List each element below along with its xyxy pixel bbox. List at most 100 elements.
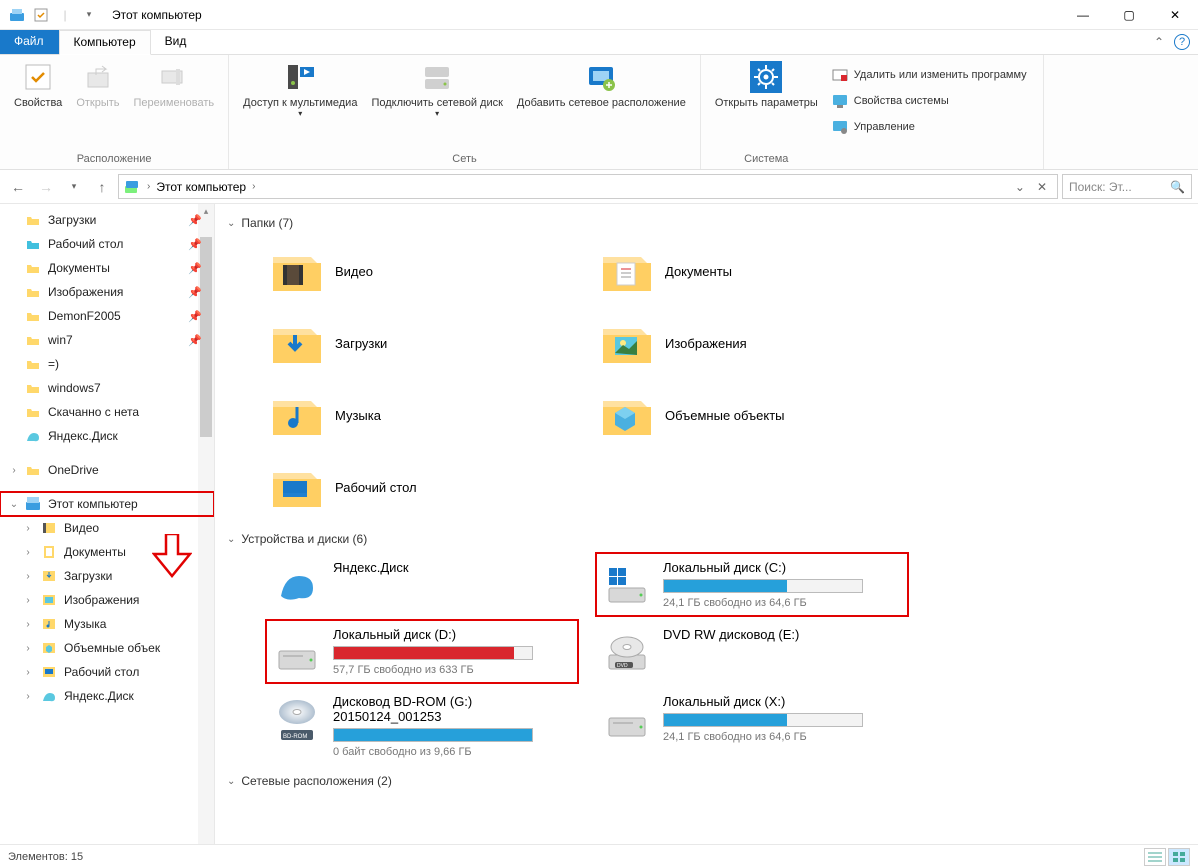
folder-label: Загрузки [335,336,387,351]
back-button[interactable]: ← [6,175,30,199]
expand-icon[interactable]: › [22,571,34,582]
help-icon[interactable]: ? [1174,34,1190,50]
properties-button[interactable]: Свойства [8,59,68,111]
expand-icon[interactable]: › [8,465,20,476]
ribbon-group-system: Открыть параметры Система Удалить или из… [701,55,1044,169]
drive-free-text: 57,7 ГБ свободно из 633 ГБ [333,664,571,676]
folder-item[interactable]: Видео [267,238,577,304]
sidebar-item[interactable]: Скачанно с нета [0,400,214,424]
tab-file[interactable]: Файл [0,30,59,54]
folder-icon [24,379,42,397]
recent-dropdown[interactable]: ▾ [62,175,86,199]
refresh-button[interactable]: ✕ [1031,180,1053,194]
annotation-arrow-icon [152,534,192,578]
sidebar-label: Яндекс.Диск [64,689,134,703]
drive-item[interactable]: DVD DVD RW дисковод (E:) [597,621,907,682]
media-access-button[interactable]: Доступ к мультимедиа▾ [237,59,363,120]
addr-dropdown-icon[interactable]: ⌄ [1009,180,1031,194]
drive-name: Яндекс.Диск [333,560,571,575]
drive-item[interactable]: Яндекс.Диск [267,554,577,615]
sidebar-item[interactable]: ›Изображения [0,588,214,612]
qat-dropdown-icon[interactable]: ▾ [78,4,100,26]
open-settings-button[interactable]: Открыть параметры [709,59,824,111]
drive-item[interactable]: BD-ROMДисковод BD-ROM (G:) 20150124_0012… [267,688,577,764]
search-input[interactable]: Поиск: Эт... 🔍 [1062,174,1192,199]
expand-icon[interactable]: › [22,547,34,558]
media-label: Доступ к мультимедиа [243,97,357,109]
up-button[interactable]: ↑ [90,175,114,199]
folder-icon [40,543,58,561]
drive-item[interactable]: Локальный диск (X:)24,1 ГБ свободно из 6… [597,688,907,764]
folder-item[interactable]: Документы [597,238,907,304]
expand-icon[interactable]: ⌄ [8,499,20,510]
content-pane: ⌄Папки (7) Видео Документы Загрузки Изображ… [215,204,1198,844]
sidebar-item[interactable]: › Музыка [0,612,214,636]
folder-item[interactable]: Изображения [597,310,907,376]
sidebar-item[interactable]: Документы📌 [0,256,214,280]
sidebar-item[interactable]: windows7 [0,376,214,400]
expand-icon[interactable]: › [22,643,34,654]
maximize-button[interactable]: ▢ [1106,0,1152,30]
sidebar-label: Скачанно с нета [48,405,139,419]
section-network-label: Сетевые расположения (2) [241,774,391,788]
expand-icon[interactable]: › [22,619,34,630]
drive-usage-bar [663,579,863,593]
sidebar-item[interactable]: ›Рабочий стол [0,660,214,684]
folder-item[interactable]: Загрузки [267,310,577,376]
map-drive-button[interactable]: Подключить сетевой диск▾ [365,59,508,120]
sidebar-item[interactable]: Загрузки📌 [0,208,214,232]
folder-item[interactable]: Рабочий стол [267,454,577,520]
view-details-button[interactable] [1144,848,1166,866]
sidebar-item[interactable]: ›Объемные объек [0,636,214,660]
section-folders[interactable]: ⌄Папки (7) [227,216,1186,230]
drive-free-text: 24,1 ГБ свободно из 64,6 ГБ [663,597,901,609]
tab-computer[interactable]: Компьютер [59,30,151,55]
manage-button[interactable]: Управление [828,117,1031,137]
qat-properties-icon[interactable] [30,4,52,26]
sidebar-item[interactable]: › Яндекс.Диск [0,684,214,708]
breadcrumb-segment[interactable]: Этот компьютер [150,180,252,194]
sysprop-button[interactable]: Свойства системы [828,91,1031,111]
chev-icon[interactable]: › [252,181,255,192]
uninstall-button[interactable]: Удалить или изменить программу [828,65,1031,85]
add-location-button[interactable]: Добавить сетевое расположение [511,59,692,111]
drive-free-text: 0 байт свободно из 9,66 ГБ [333,746,571,758]
minimize-button[interactable]: — [1060,0,1106,30]
forward-button[interactable]: → [34,175,58,199]
drive-icon: DVD [603,627,651,675]
folder-item[interactable]: Музыка [267,382,577,448]
drive-item[interactable]: Локальный диск (C:)24,1 ГБ свободно из 6… [597,554,907,615]
drive-name: DVD RW дисковод (E:) [663,627,901,642]
section-network[interactable]: ⌄Сетевые расположения (2) [227,774,1186,788]
sidebar-item[interactable]: ›OneDrive [0,458,214,482]
close-button[interactable]: ✕ [1152,0,1198,30]
section-drives[interactable]: ⌄Устройства и диски (6) [227,532,1186,546]
folder-icon [24,403,42,421]
sidebar-item[interactable]: DemonF2005📌 [0,304,214,328]
drive-item[interactable]: Локальный диск (D:) 57,7 ГБ свободно из 6… [267,621,577,682]
sidebar-item[interactable]: win7📌 [0,328,214,352]
titlebar: | ▾ Этот компьютер — ▢ ✕ [0,0,1198,30]
sidebar-item[interactable]: Яндекс.Диск [0,424,214,448]
sidebar-item[interactable]: Рабочий стол📌 [0,232,214,256]
expand-icon[interactable]: › [22,667,34,678]
sidebar-label: Музыка [64,617,106,631]
ribbon-group-location: Свойства Открыть Переименовать Расположе… [0,55,229,169]
tab-view[interactable]: Вид [151,30,202,54]
drive-name: Локальный диск (D:) [333,627,571,642]
sidebar-item[interactable]: ⌄Этот компьютер [0,492,214,516]
ribbon-collapse-icon[interactable]: ⌃ [1154,35,1164,49]
folder-item[interactable]: Объемные объекты [597,382,907,448]
view-large-button[interactable] [1168,848,1190,866]
ribbon-tabs: Файл Компьютер Вид ⌃ ? [0,30,1198,55]
search-placeholder: Поиск: Эт... [1069,180,1132,194]
expand-icon[interactable]: › [22,691,34,702]
rename-button: Переименовать [128,59,221,111]
expand-icon[interactable]: › [22,595,34,606]
sidebar-item[interactable]: =) [0,352,214,376]
pin-icon: 📌 [188,238,202,251]
computer-icon [123,178,141,196]
sidebar-item[interactable]: Изображения📌 [0,280,214,304]
expand-icon[interactable]: › [22,523,34,534]
breadcrumb[interactable]: › Этот компьютер › ⌄ ✕ [118,174,1058,199]
